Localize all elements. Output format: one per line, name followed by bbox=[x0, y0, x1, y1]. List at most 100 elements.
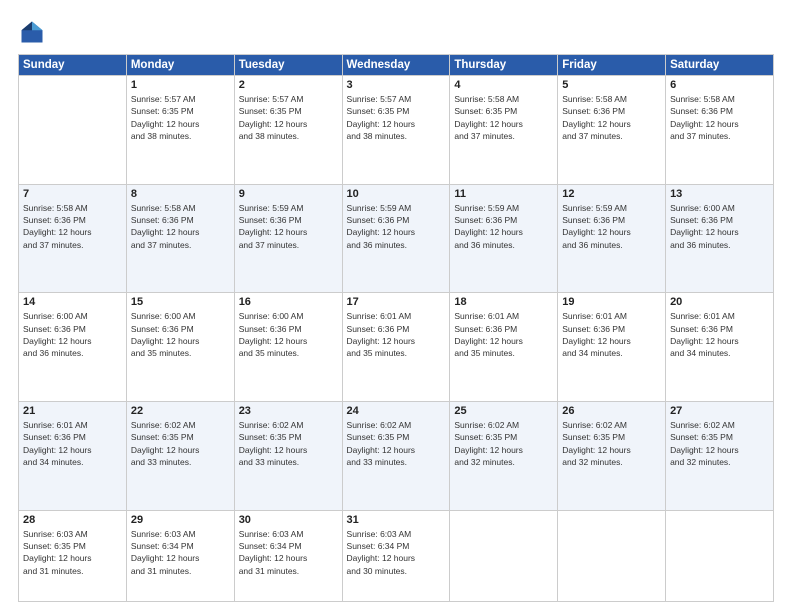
calendar-day-cell bbox=[666, 510, 774, 601]
calendar-day-header: Thursday bbox=[450, 55, 558, 76]
day-number: 12 bbox=[562, 188, 661, 200]
day-info: Sunrise: 6:03 AMSunset: 6:35 PMDaylight:… bbox=[23, 528, 122, 577]
calendar-day-cell: 17Sunrise: 6:01 AMSunset: 6:36 PMDayligh… bbox=[342, 293, 450, 402]
day-number: 17 bbox=[347, 296, 446, 308]
day-info: Sunrise: 6:01 AMSunset: 6:36 PMDaylight:… bbox=[23, 419, 122, 468]
day-info: Sunrise: 5:59 AMSunset: 6:36 PMDaylight:… bbox=[454, 202, 553, 251]
calendar-day-cell: 15 Sunrise: 6:00 AMSunset: 6:36 PMDayligh… bbox=[126, 293, 234, 402]
day-number: 10 bbox=[347, 188, 446, 200]
day-number: 19 bbox=[562, 296, 661, 308]
day-info: Sunrise: 5:59 AMSunset: 6:36 PMDaylight:… bbox=[347, 202, 446, 251]
day-number: 24 bbox=[347, 405, 446, 417]
calendar-day-cell: 30 Sunrise: 6:03 AMSunset: 6:34 PMDayligh… bbox=[234, 510, 342, 601]
day-info: Sunrise: 5:58 AMSunset: 6:36 PMDaylight:… bbox=[670, 93, 769, 142]
day-number: 4 bbox=[454, 79, 553, 91]
day-number: 2 bbox=[239, 79, 338, 91]
header bbox=[18, 18, 774, 46]
calendar-week-row: 14 Sunrise: 6:00 AMSunset: 6:36 PMDayligh… bbox=[19, 293, 774, 402]
day-number: 29 bbox=[131, 514, 230, 526]
day-number: 13 bbox=[670, 188, 769, 200]
day-info: Sunrise: 5:57 AMSunset: 6:35 PMDaylight:… bbox=[131, 93, 230, 142]
day-info: Sunrise: 5:57 AMSunset: 6:35 PMDaylight:… bbox=[239, 93, 338, 142]
logo bbox=[18, 18, 50, 46]
day-info: Sunrise: 6:00 AMSunset: 6:36 PMDaylight:… bbox=[670, 202, 769, 251]
calendar-day-cell: 3 Sunrise: 5:57 AMSunset: 6:35 PMDaylight… bbox=[342, 76, 450, 185]
calendar-table: SundayMondayTuesdayWednesdayThursdayFrid… bbox=[18, 54, 774, 602]
day-info: Sunrise: 6:00 AMSunset: 6:36 PMDaylight:… bbox=[131, 310, 230, 359]
day-number: 27 bbox=[670, 405, 769, 417]
calendar-day-cell bbox=[558, 510, 666, 601]
calendar-day-cell bbox=[19, 76, 127, 185]
logo-icon bbox=[18, 18, 46, 46]
day-info: Sunrise: 5:57 AMSunset: 6:35 PMDaylight:… bbox=[347, 93, 446, 142]
calendar-day-cell: 22 Sunrise: 6:02 AMSunset: 6:35 PMDayligh… bbox=[126, 401, 234, 510]
page: SundayMondayTuesdayWednesdayThursdayFrid… bbox=[0, 0, 792, 612]
calendar-week-row: 1 Sunrise: 5:57 AMSunset: 6:35 PMDaylight… bbox=[19, 76, 774, 185]
day-info: Sunrise: 5:58 AMSunset: 6:36 PMDaylight:… bbox=[562, 93, 661, 142]
calendar-day-cell: 31 Sunrise: 6:03 AMSunset: 6:34 PMDayligh… bbox=[342, 510, 450, 601]
calendar-day-cell: 19 Sunrise: 6:01 AMSunset: 6:36 PMDayligh… bbox=[558, 293, 666, 402]
calendar-day-cell: 23Sunrise: 6:02 AMSunset: 6:35 PMDayligh… bbox=[234, 401, 342, 510]
day-info: Sunrise: 5:58 AMSunset: 6:36 PMDaylight:… bbox=[23, 202, 122, 251]
calendar-day-header: Tuesday bbox=[234, 55, 342, 76]
calendar-day-cell: 16 Sunrise: 6:00 AMSunset: 6:36 PMDayligh… bbox=[234, 293, 342, 402]
day-info: Sunrise: 6:00 AMSunset: 6:36 PMDaylight:… bbox=[239, 310, 338, 359]
day-number: 14 bbox=[23, 296, 122, 308]
calendar-day-cell: 25Sunrise: 6:02 AMSunset: 6:35 PMDayligh… bbox=[450, 401, 558, 510]
calendar-day-cell: 21Sunrise: 6:01 AMSunset: 6:36 PMDayligh… bbox=[19, 401, 127, 510]
calendar-day-header: Saturday bbox=[666, 55, 774, 76]
day-number: 30 bbox=[239, 514, 338, 526]
day-number: 20 bbox=[670, 296, 769, 308]
calendar-day-cell: 5 Sunrise: 5:58 AMSunset: 6:36 PMDaylight… bbox=[558, 76, 666, 185]
day-info: Sunrise: 5:58 AMSunset: 6:36 PMDaylight:… bbox=[131, 202, 230, 251]
day-info: Sunrise: 5:58 AMSunset: 6:35 PMDaylight:… bbox=[454, 93, 553, 142]
day-info: Sunrise: 6:02 AMSunset: 6:35 PMDaylight:… bbox=[239, 419, 338, 468]
calendar-header-row: SundayMondayTuesdayWednesdayThursdayFrid… bbox=[19, 55, 774, 76]
calendar-day-cell: 11 Sunrise: 5:59 AMSunset: 6:36 PMDayligh… bbox=[450, 184, 558, 293]
day-info: Sunrise: 6:01 AMSunset: 6:36 PMDaylight:… bbox=[562, 310, 661, 359]
day-info: Sunrise: 6:01 AMSunset: 6:36 PMDaylight:… bbox=[454, 310, 553, 359]
day-info: Sunrise: 6:01 AMSunset: 6:36 PMDaylight:… bbox=[670, 310, 769, 359]
calendar-day-header: Friday bbox=[558, 55, 666, 76]
calendar-day-header: Monday bbox=[126, 55, 234, 76]
day-number: 28 bbox=[23, 514, 122, 526]
calendar-day-cell: 14 Sunrise: 6:00 AMSunset: 6:36 PMDayligh… bbox=[19, 293, 127, 402]
day-info: Sunrise: 6:03 AMSunset: 6:34 PMDaylight:… bbox=[347, 528, 446, 577]
calendar-day-cell: 28 Sunrise: 6:03 AMSunset: 6:35 PMDayligh… bbox=[19, 510, 127, 601]
day-info: Sunrise: 6:02 AMSunset: 6:35 PMDaylight:… bbox=[454, 419, 553, 468]
calendar-day-cell: 20 Sunrise: 6:01 AMSunset: 6:36 PMDayligh… bbox=[666, 293, 774, 402]
calendar-week-row: 7 Sunrise: 5:58 AMSunset: 6:36 PMDaylight… bbox=[19, 184, 774, 293]
calendar-day-header: Sunday bbox=[19, 55, 127, 76]
day-number: 7 bbox=[23, 188, 122, 200]
day-info: Sunrise: 6:00 AMSunset: 6:36 PMDaylight:… bbox=[23, 310, 122, 359]
day-info: Sunrise: 6:03 AMSunset: 6:34 PMDaylight:… bbox=[131, 528, 230, 577]
day-number: 22 bbox=[131, 405, 230, 417]
calendar-day-cell: 27 Sunrise: 6:02 AMSunset: 6:35 PMDayligh… bbox=[666, 401, 774, 510]
day-number: 11 bbox=[454, 188, 553, 200]
calendar-day-cell bbox=[450, 510, 558, 601]
day-number: 15 bbox=[131, 296, 230, 308]
day-number: 5 bbox=[562, 79, 661, 91]
day-info: Sunrise: 5:59 AMSunset: 6:36 PMDaylight:… bbox=[562, 202, 661, 251]
calendar-day-cell: 4 Sunrise: 5:58 AMSunset: 6:35 PMDaylight… bbox=[450, 76, 558, 185]
calendar-day-cell: 13 Sunrise: 6:00 AMSunset: 6:36 PMDayligh… bbox=[666, 184, 774, 293]
day-number: 1 bbox=[131, 79, 230, 91]
day-number: 3 bbox=[347, 79, 446, 91]
day-number: 31 bbox=[347, 514, 446, 526]
day-info: Sunrise: 6:02 AMSunset: 6:35 PMDaylight:… bbox=[670, 419, 769, 468]
calendar-day-cell: 7 Sunrise: 5:58 AMSunset: 6:36 PMDaylight… bbox=[19, 184, 127, 293]
calendar-day-header: Wednesday bbox=[342, 55, 450, 76]
day-number: 16 bbox=[239, 296, 338, 308]
day-number: 18 bbox=[454, 296, 553, 308]
day-number: 8 bbox=[131, 188, 230, 200]
day-info: Sunrise: 6:02 AMSunset: 6:35 PMDaylight:… bbox=[131, 419, 230, 468]
day-number: 26 bbox=[562, 405, 661, 417]
calendar-day-cell: 10 Sunrise: 5:59 AMSunset: 6:36 PMDayligh… bbox=[342, 184, 450, 293]
day-info: Sunrise: 6:03 AMSunset: 6:34 PMDaylight:… bbox=[239, 528, 338, 577]
calendar-day-cell: 26 Sunrise: 6:02 AMSunset: 6:35 PMDayligh… bbox=[558, 401, 666, 510]
day-info: Sunrise: 6:02 AMSunset: 6:35 PMDaylight:… bbox=[562, 419, 661, 468]
calendar-day-cell: 6Sunrise: 5:58 AMSunset: 6:36 PMDaylight… bbox=[666, 76, 774, 185]
day-info: Sunrise: 6:02 AMSunset: 6:35 PMDaylight:… bbox=[347, 419, 446, 468]
calendar-day-cell: 24 Sunrise: 6:02 AMSunset: 6:35 PMDayligh… bbox=[342, 401, 450, 510]
calendar-day-cell: 12 Sunrise: 5:59 AMSunset: 6:36 PMDayligh… bbox=[558, 184, 666, 293]
